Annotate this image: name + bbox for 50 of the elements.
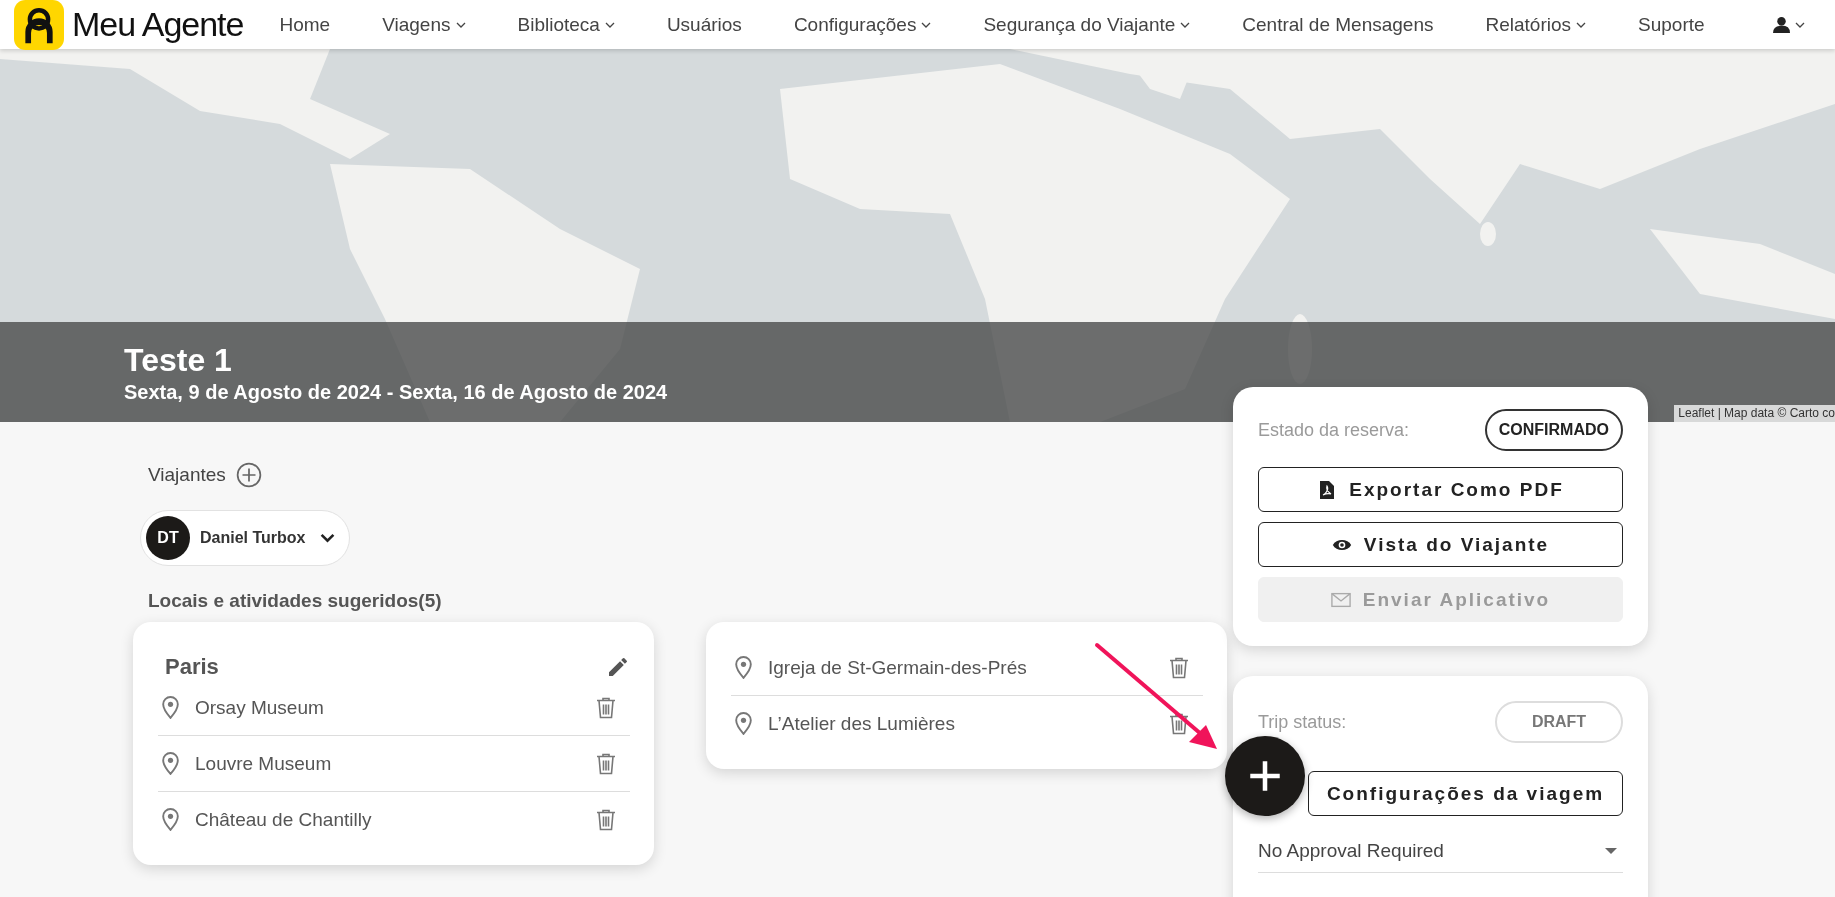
nav-menu-item[interactable]: Viagens: [382, 13, 466, 36]
place-name: Château de Chantilly: [195, 808, 373, 831]
brand-name[interactable]: Meu Agente: [72, 5, 244, 44]
trash-icon[interactable]: [1169, 712, 1189, 735]
trip-status-badge: DRAFT: [1495, 701, 1623, 743]
map-attribution: Leaflet | Map data © Carto co: [1674, 405, 1835, 422]
action-button[interactable]: Exportar Como PDF: [1258, 467, 1623, 512]
approval-select[interactable]: No Approval Required: [1258, 826, 1623, 873]
location-pin-icon: [735, 656, 752, 679]
trip-title: Teste 1: [124, 342, 232, 379]
action-button[interactable]: Vista do Viajante: [1258, 522, 1623, 567]
travelers-label: Viajantes: [148, 464, 226, 486]
trash-icon[interactable]: [596, 696, 616, 719]
agent-logo-icon[interactable]: [14, 0, 64, 50]
trash-icon[interactable]: [1169, 656, 1189, 679]
suggestions-heading: Locais e atividades sugeridos(5): [148, 590, 442, 612]
nav-menu-item[interactable]: Configurações: [793, 13, 932, 36]
nav-menu-item[interactable]: Central de Mensagens: [1242, 13, 1434, 36]
place-name: Orsay Museum: [195, 696, 325, 719]
nav-menu-item[interactable]: Relatórios: [1485, 13, 1587, 36]
group-title: Paris: [165, 654, 219, 680]
location-pin-icon: [162, 696, 179, 719]
traveler-name: Daniel Turbox: [200, 529, 306, 547]
chevron-down-icon[interactable]: [319, 533, 335, 543]
trash-icon[interactable]: [596, 808, 616, 831]
nav-menu-item[interactable]: Suporte: [1638, 13, 1705, 36]
trip-settings-button[interactable]: Configurações da viagem: [1308, 771, 1623, 816]
traveler-chip[interactable]: DT Daniel Turbox: [140, 510, 350, 566]
place-name: Louvre Museum: [195, 752, 333, 775]
location-pin-icon: [162, 808, 179, 831]
plus-icon: [1248, 759, 1282, 793]
place-name: L’Atelier des Lumières: [768, 712, 956, 735]
booking-status-badge: CONFIRMADO: [1484, 409, 1623, 451]
trip-status-label: Trip status:: [1258, 711, 1347, 733]
avatar: DT: [146, 516, 190, 560]
user-icon[interactable]: [1773, 16, 1790, 33]
nav-menu-item[interactable]: Home: [279, 13, 331, 36]
add-icon[interactable]: [235, 462, 262, 488]
booking-status-label: Estado da reserva:: [1258, 419, 1410, 441]
nav-menu-item[interactable]: Segurança do Viajante: [983, 13, 1191, 36]
nav-menu-item[interactable]: Biblioteca: [517, 13, 615, 36]
nav-menu-item[interactable]: Usuários: [666, 13, 742, 36]
location-pin-icon: [162, 752, 179, 775]
caret-icon[interactable]: [1795, 21, 1805, 28]
trash-icon[interactable]: [596, 752, 616, 775]
location-pin-icon: [735, 712, 752, 735]
place-name: Igreja de St-Germain-des-Prés: [768, 656, 1028, 679]
trip-dates: Sexta, 9 de Agosto de 2024 - Sexta, 16 de Agosto de 2024: [124, 381, 668, 404]
dropdown-arrow-icon[interactable]: [1605, 848, 1617, 854]
edit-icon[interactable]: [606, 655, 630, 679]
